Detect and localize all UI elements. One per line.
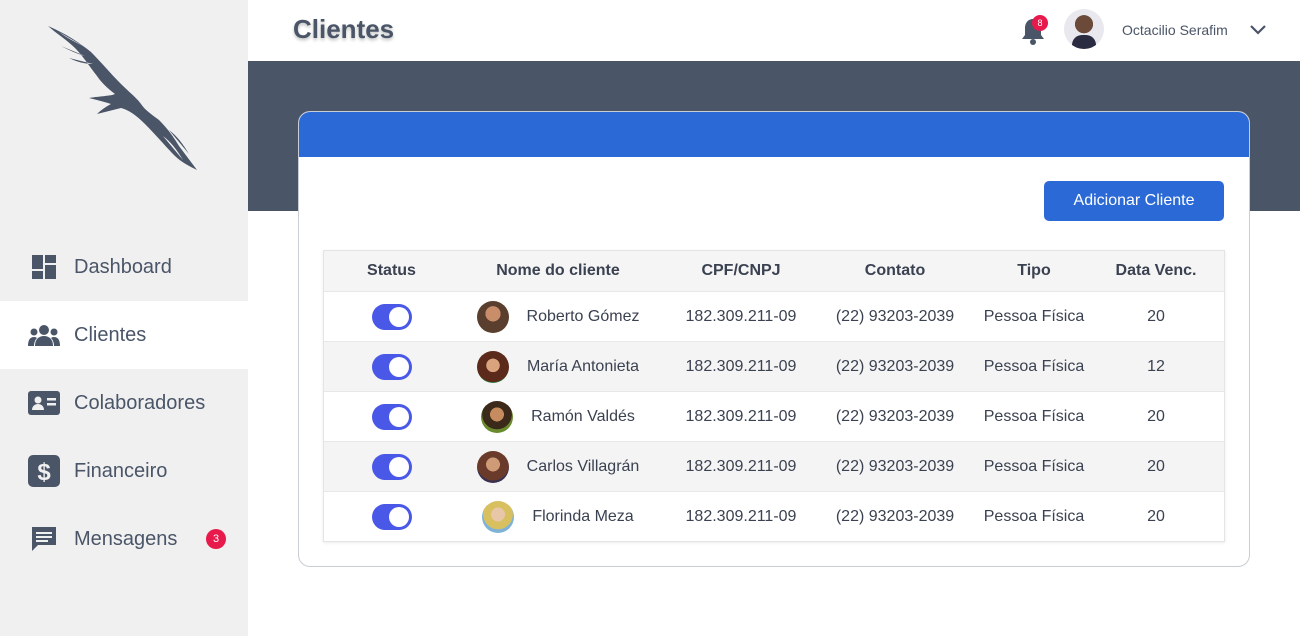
client-data: 20	[1147, 457, 1165, 475]
clients-card: Adicionar Cliente Status Nome do cliente…	[298, 111, 1250, 567]
table-header: Status Nome do cliente CPF/CNPJ Contato …	[324, 251, 1224, 291]
client-contato: (22) 93203-2039	[835, 407, 955, 425]
status-toggle[interactable]	[371, 453, 412, 480]
client-contato: (22) 93203-2039	[835, 357, 955, 375]
sidebar-item-mensagens[interactable]: Mensagens 3	[0, 505, 248, 573]
table-row[interactable]: Florinda Meza 182.309.211-09 (22) 93203-…	[324, 491, 1224, 541]
users-icon	[28, 319, 60, 351]
status-toggle[interactable]	[371, 303, 412, 330]
sidebar: Dashboard Clientes Colaboradores $ Finan…	[0, 0, 248, 636]
column-header-contato: Contato	[864, 262, 926, 279]
sidebar-item-clientes[interactable]: Clientes	[0, 301, 248, 369]
client-avatar	[476, 300, 509, 333]
table-row[interactable]: Carlos Villagrán 182.309.211-09 (22) 932…	[324, 441, 1224, 491]
client-avatar	[476, 350, 509, 383]
table-row[interactable]: María Antonieta 182.309.211-09 (22) 9320…	[324, 341, 1224, 391]
client-name: Florinda Meza	[532, 507, 634, 525]
client-tipo: Pessoa Física	[983, 407, 1085, 425]
client-data: 20	[1147, 307, 1165, 325]
add-client-button[interactable]: Adicionar Cliente	[1044, 181, 1224, 221]
client-avatar	[476, 450, 509, 483]
notification-badge: 8	[1032, 15, 1048, 31]
sidebar-item-dashboard[interactable]: Dashboard	[0, 233, 248, 301]
client-tipo: Pessoa Física	[983, 357, 1085, 375]
client-contato: (22) 93203-2039	[835, 457, 955, 475]
client-name: María Antonieta	[526, 357, 640, 375]
client-data: 12	[1147, 357, 1165, 375]
card-header	[299, 112, 1249, 157]
client-contato: (22) 93203-2039	[835, 307, 955, 325]
user-avatar[interactable]	[1064, 9, 1104, 49]
column-header-name: Nome do cliente	[496, 262, 620, 279]
eagle-logo-icon	[48, 26, 197, 170]
client-avatar	[481, 400, 514, 433]
toggle-knob	[388, 406, 409, 427]
client-tipo: Pessoa Física	[983, 457, 1085, 475]
client-tipo: Pessoa Física	[983, 507, 1085, 525]
client-cpf: 182.309.211-09	[685, 457, 797, 475]
status-toggle[interactable]	[371, 403, 412, 430]
column-header-status: Status	[367, 262, 416, 279]
client-name: Roberto Gómez	[526, 307, 640, 325]
status-toggle[interactable]	[371, 353, 412, 380]
column-header-data: Data Venc.	[1115, 262, 1197, 279]
toggle-knob	[388, 506, 409, 527]
toggle-knob	[388, 306, 409, 327]
sidebar-item-financeiro[interactable]: $ Financeiro	[0, 437, 248, 505]
client-contato: (22) 93203-2039	[835, 507, 955, 525]
messages-badge: 3	[206, 529, 226, 549]
client-data: 20	[1147, 407, 1165, 425]
page-title: Clientes	[293, 14, 395, 44]
dashboard-icon	[28, 251, 60, 283]
client-name: Carlos Villagrán	[526, 457, 640, 475]
column-header-tipo: Tipo	[1017, 262, 1051, 279]
sidebar-item-label: Dashboard	[74, 255, 172, 278]
client-cpf: 182.309.211-09	[685, 307, 797, 325]
sidebar-item-label: Mensagens	[74, 527, 178, 550]
client-avatar	[482, 500, 515, 533]
sidebar-item-label: Clientes	[74, 323, 147, 346]
svg-text:$: $	[37, 459, 51, 486]
toggle-knob	[388, 456, 409, 477]
id-card-icon	[28, 387, 60, 419]
column-header-cpf: CPF/CNPJ	[701, 262, 781, 279]
client-cpf: 182.309.211-09	[685, 507, 797, 525]
sidebar-item-colaboradores[interactable]: Colaboradores	[0, 369, 248, 437]
client-tipo: Pessoa Física	[983, 307, 1085, 325]
client-name: Ramón Valdés	[531, 407, 635, 425]
sidebar-item-label: Colaboradores	[74, 391, 206, 414]
table-row[interactable]: Roberto Gómez 182.309.211-09 (22) 93203-…	[324, 291, 1224, 341]
client-data: 20	[1147, 507, 1165, 525]
sidebar-nav: Dashboard Clientes Colaboradores $ Finan…	[0, 233, 248, 573]
clients-table: Status Nome do cliente CPF/CNPJ Contato …	[323, 250, 1225, 542]
user-name[interactable]: Octacilio Serafim	[1122, 22, 1228, 38]
client-cpf: 182.309.211-09	[685, 407, 797, 425]
dollar-icon: $	[28, 455, 60, 487]
sidebar-item-label: Financeiro	[74, 459, 168, 482]
chevron-down-icon[interactable]	[1248, 21, 1268, 37]
header: Clientes 8 Octacilio Serafim	[248, 0, 1300, 61]
toggle-knob	[388, 356, 409, 377]
message-icon	[28, 523, 60, 555]
table-row[interactable]: Ramón Valdés 182.309.211-09 (22) 93203-2…	[324, 391, 1224, 441]
status-toggle[interactable]	[371, 503, 412, 530]
client-cpf: 182.309.211-09	[685, 357, 797, 375]
